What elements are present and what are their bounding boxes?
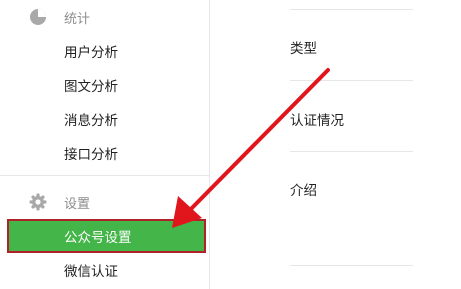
sidebar: 统计 用户分析 图文分析 消息分析 接口分析 设置 公众号设置 微信认证 (0, 0, 210, 289)
sidebar-item-label: 用户分析 (64, 44, 118, 61)
sidebar-item-label: 接口分析 (64, 146, 118, 163)
sidebar-item-label: 消息分析 (64, 112, 118, 129)
sidebar-item-account-settings[interactable]: 公众号设置 (7, 219, 206, 253)
sidebar-divider (0, 175, 209, 176)
row-divider (290, 9, 413, 10)
sidebar-item-article-analysis[interactable]: 图文分析 (0, 68, 209, 101)
row-divider (290, 80, 413, 81)
sidebar-item-label: 图文分析 (64, 78, 118, 95)
sidebar-item-message-analysis[interactable]: 消息分析 (0, 102, 209, 135)
section-label-stats: 统计 (64, 11, 91, 27)
sidebar-item-user-analysis[interactable]: 用户分析 (0, 34, 209, 67)
field-label-intro: 介绍 (290, 183, 317, 199)
sidebar-item-interface-analysis[interactable]: 接口分析 (0, 136, 209, 169)
row-divider (290, 265, 413, 266)
sidebar-item-label: 公众号设置 (64, 230, 132, 246)
section-header-settings: 设置 (0, 185, 209, 219)
section-header-stats: 统计 (0, 0, 209, 34)
sidebar-item-label: 微信认证 (64, 263, 118, 280)
gear-icon (29, 193, 47, 211)
pie-chart-icon (29, 8, 47, 26)
field-label-verification: 认证情况 (290, 113, 344, 129)
main-content: 类型 认证情况 介绍 (210, 0, 461, 289)
section-label-settings: 设置 (64, 196, 91, 212)
sidebar-item-wechat-verification[interactable]: 微信认证 (0, 253, 209, 286)
field-label-type: 类型 (290, 41, 317, 57)
row-divider (290, 151, 413, 152)
